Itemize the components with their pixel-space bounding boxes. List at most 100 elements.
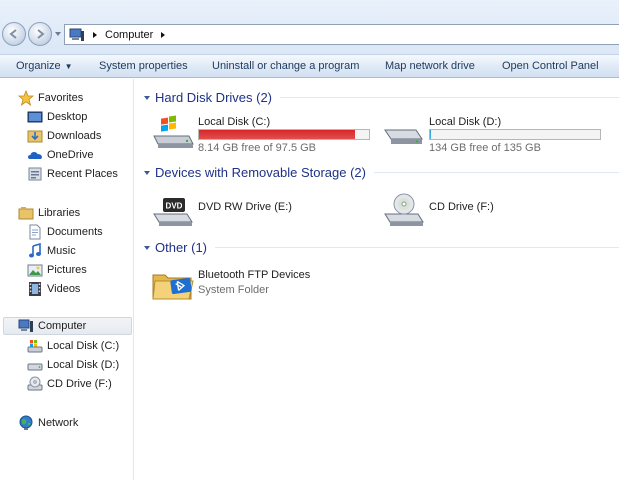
- drive-cd-f[interactable]: CD Drive (F:): [382, 192, 612, 232]
- address-box[interactable]: Computer: [64, 24, 619, 45]
- dvd-logo-text: DVD: [166, 202, 183, 211]
- organize-button[interactable]: Organize ▼: [16, 60, 73, 72]
- nav-documents-label: Documents: [47, 226, 103, 238]
- drive-free-space: 8.14 GB free of 97.5 GB: [198, 142, 317, 154]
- group-title: Devices with Removable Storage (2): [155, 165, 366, 180]
- drive-free-space: 134 GB free of 135 GB: [429, 142, 541, 154]
- group-divider: [215, 247, 619, 248]
- nav-computer-label: Computer: [38, 320, 87, 332]
- drive-usage-bar: [198, 129, 370, 140]
- nav-documents[interactable]: Documents: [27, 223, 103, 241]
- group-other[interactable]: Other (1): [143, 240, 619, 255]
- collapse-triangle-icon[interactable]: [143, 244, 151, 252]
- nav-local-disk-d[interactable]: Local Disk (D:): [27, 356, 119, 374]
- nav-recent-places[interactable]: Recent Places: [27, 165, 118, 183]
- nav-cd-drive-f-label: CD Drive (F:): [47, 378, 112, 390]
- nav-onedrive-label: OneDrive: [47, 149, 94, 161]
- group-title: Other (1): [155, 240, 208, 255]
- breadcrumb-computer[interactable]: Computer: [105, 29, 153, 41]
- navigation-pane: Favorites Desktop Downloads OneDrive Rec…: [0, 79, 134, 480]
- group-divider: [280, 97, 619, 98]
- organize-dropdown-icon: ▼: [64, 61, 73, 71]
- hard-drive-icon: [27, 363, 43, 371]
- drive-usage-fill: [199, 130, 355, 139]
- cd-drive-icon: [27, 376, 43, 391]
- item-type: System Folder: [198, 284, 269, 296]
- libraries-icon: [18, 207, 34, 220]
- computer-icon: [69, 28, 84, 41]
- drive-local-disk-d[interactable]: Local Disk (D:) 134 GB free of 135 GB: [382, 114, 612, 156]
- map-network-drive-button[interactable]: Map network drive: [385, 60, 475, 72]
- documents-icon: [29, 224, 41, 240]
- nav-downloads[interactable]: Downloads: [27, 127, 101, 145]
- recent-pages-dropdown-icon[interactable]: [54, 30, 62, 38]
- downloads-folder-icon: [27, 130, 43, 143]
- music-note-icon: [29, 243, 41, 258]
- nav-local-disk-d-label: Local Disk (D:): [47, 359, 120, 371]
- breadcrumb-separator-icon[interactable]: [159, 31, 167, 39]
- system-properties-button[interactable]: System properties: [99, 60, 188, 72]
- star-icon: [18, 90, 34, 106]
- drive-name: Local Disk (C:): [198, 116, 271, 128]
- cd-drive-icon: [384, 193, 424, 226]
- drive-local-disk-c[interactable]: Local Disk (C:) 8.14 GB free of 97.5 GB: [151, 114, 381, 156]
- hard-drive-icon: [384, 129, 423, 144]
- nav-pictures-label: Pictures: [47, 264, 87, 276]
- nav-computer[interactable]: Computer: [3, 317, 132, 335]
- group-hard-disk-drives[interactable]: Hard Disk Drives (2): [143, 90, 619, 105]
- recent-places-icon: [28, 167, 42, 181]
- pictures-icon: [27, 264, 43, 277]
- nav-favorites[interactable]: Favorites: [18, 89, 83, 107]
- organize-label: Organize: [16, 60, 61, 72]
- nav-downloads-label: Downloads: [47, 130, 102, 142]
- computer-icon: [18, 319, 33, 332]
- back-arrow-icon: [9, 29, 17, 39]
- dvd-drive-icon: DVD: [153, 198, 193, 226]
- drive-name: Local Disk (D:): [429, 116, 502, 128]
- nav-videos-label: Videos: [47, 283, 81, 295]
- breadcrumb-separator-icon[interactable]: [91, 31, 99, 39]
- group-divider: [373, 172, 619, 173]
- nav-music-label: Music: [47, 245, 76, 257]
- nav-cd-drive-f[interactable]: CD Drive (F:): [27, 375, 112, 393]
- videos-film-icon: [29, 282, 41, 296]
- network-globe-icon: [19, 415, 33, 430]
- open-control-panel-button[interactable]: Open Control Panel: [502, 60, 599, 72]
- nav-local-disk-c[interactable]: Local Disk (C:): [27, 337, 119, 355]
- collapse-triangle-icon[interactable]: [143, 169, 151, 177]
- nav-recent-places-label: Recent Places: [47, 168, 118, 180]
- item-name: Bluetooth FTP Devices: [198, 269, 311, 281]
- back-button[interactable]: [2, 22, 26, 46]
- group-title: Hard Disk Drives (2): [155, 90, 273, 105]
- nav-local-disk-c-label: Local Disk (C:): [47, 340, 120, 352]
- nav-favorites-label: Favorites: [38, 92, 84, 104]
- drive-name: CD Drive (F:): [429, 201, 494, 213]
- drive-dvd-rw-e[interactable]: DVD DVD RW Drive (E:): [151, 192, 381, 232]
- onedrive-cloud-icon: [28, 152, 42, 159]
- drive-usage-bar: [429, 129, 601, 140]
- system-drive-icon: [27, 340, 43, 353]
- uninstall-program-button[interactable]: Uninstall or change a program: [212, 60, 359, 72]
- drive-name: DVD RW Drive (E:): [198, 201, 292, 213]
- nav-network[interactable]: Network: [18, 414, 78, 432]
- system-drive-icon: [153, 115, 194, 148]
- bluetooth-ftp-devices[interactable]: Bluetooth FTP Devices System Folder: [151, 267, 381, 307]
- nav-libraries-label: Libraries: [38, 207, 81, 219]
- content-pane: Hard Disk Drives (2) Local Disk (C:) 8.1…: [135, 79, 619, 480]
- desktop-icon: [27, 111, 43, 123]
- nav-videos[interactable]: Videos: [27, 280, 80, 298]
- drive-usage-fill: [430, 130, 432, 139]
- nav-onedrive[interactable]: OneDrive: [27, 146, 93, 164]
- group-removable-storage[interactable]: Devices with Removable Storage (2): [143, 165, 619, 180]
- bluetooth-folder-icon: [152, 274, 194, 300]
- forward-arrow-icon: [37, 29, 45, 39]
- nav-music[interactable]: Music: [27, 242, 76, 260]
- nav-desktop-label: Desktop: [47, 111, 88, 123]
- nav-pictures[interactable]: Pictures: [27, 261, 87, 279]
- nav-libraries[interactable]: Libraries: [18, 204, 80, 222]
- command-bar: Organize ▼ System properties Uninstall or…: [0, 54, 619, 78]
- collapse-triangle-icon[interactable]: [143, 94, 151, 102]
- nav-desktop[interactable]: Desktop: [27, 108, 87, 126]
- forward-button[interactable]: [28, 22, 52, 46]
- nav-network-label: Network: [38, 417, 79, 429]
